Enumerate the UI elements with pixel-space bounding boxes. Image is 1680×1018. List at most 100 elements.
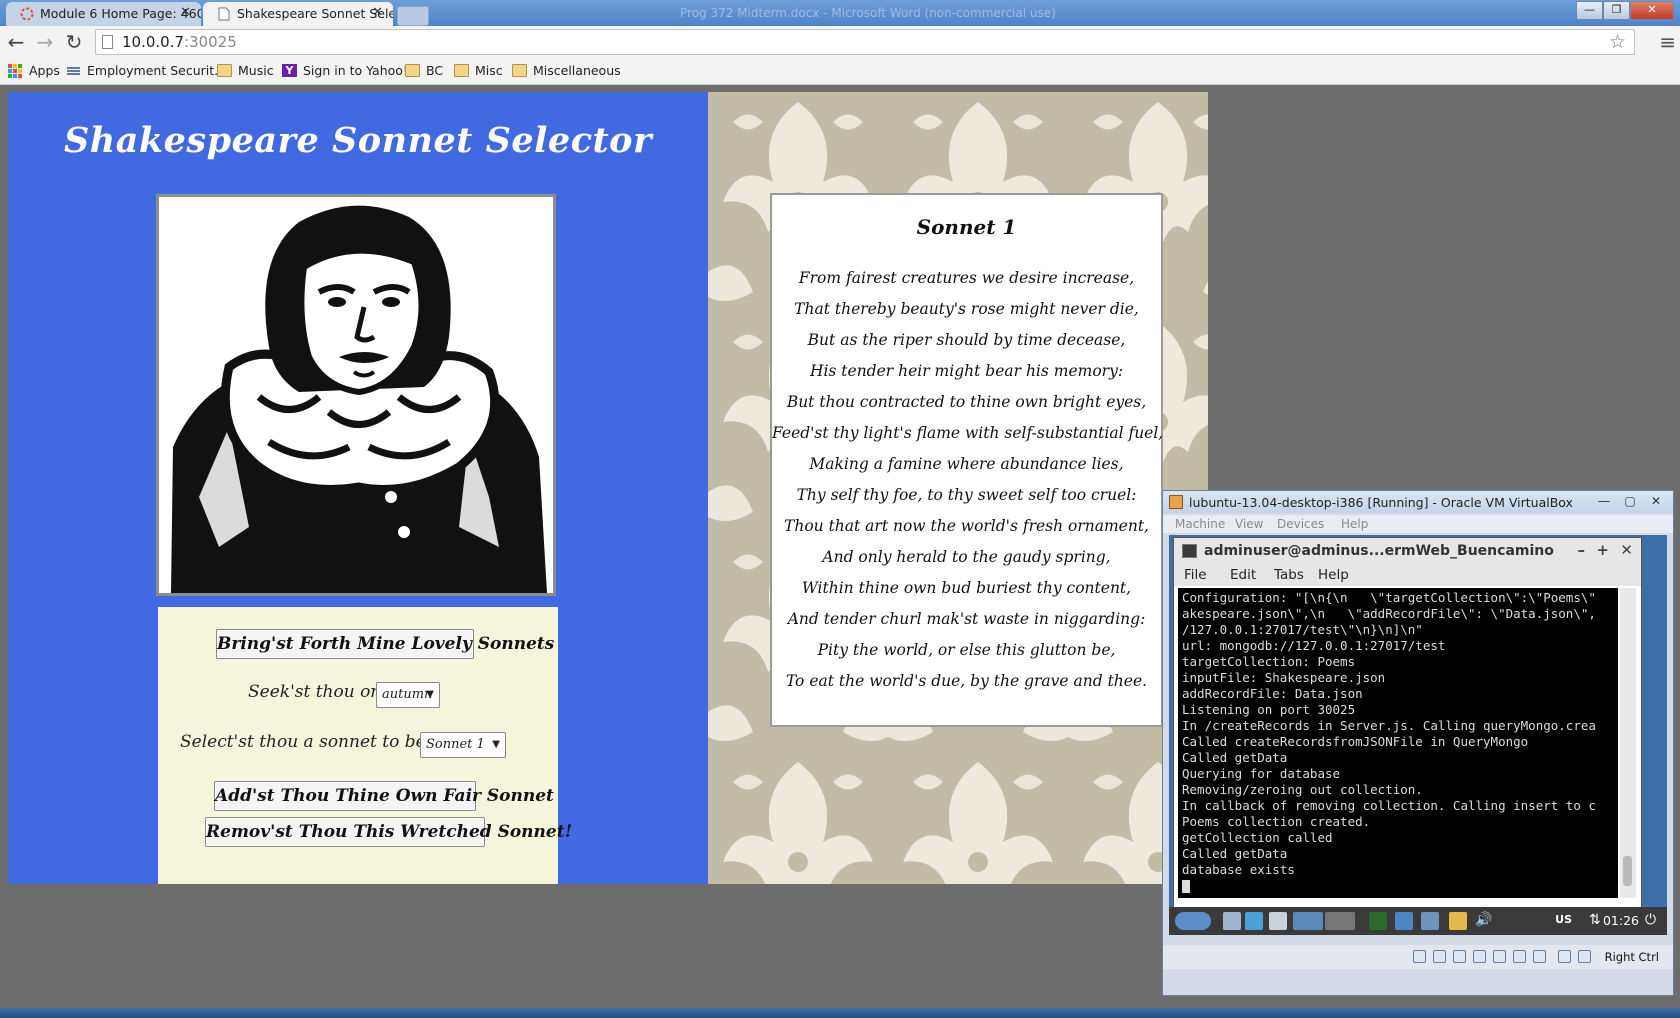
address-bar[interactable]: 10.0.0.7:30025 ☆ bbox=[95, 29, 1635, 55]
minimize-button[interactable]: — bbox=[1593, 494, 1615, 509]
browser-toolbar: ← → ↻ 10.0.0.7:30025 ☆ ≡ bbox=[0, 26, 1680, 60]
dropdown-arrow-icon: ▼ bbox=[426, 689, 434, 700]
bookmark-employment[interactable]: Employment Securit... bbox=[66, 63, 226, 78]
page-icon bbox=[102, 35, 113, 49]
sonnet-line: But thou contracted to thine own bright … bbox=[786, 393, 1147, 411]
power-icon[interactable]: ⏻ bbox=[1645, 912, 1663, 930]
menu-machine[interactable]: Machine bbox=[1175, 517, 1225, 531]
lubuntu-panel: 🔊 US ⇅ 01:26 ⏻ bbox=[1169, 907, 1667, 935]
optical-drive-icon[interactable] bbox=[1433, 950, 1446, 963]
start-menu-icon[interactable] bbox=[1175, 912, 1211, 930]
keyboard-capture-icon[interactable] bbox=[1578, 950, 1591, 963]
network-adapter-icon[interactable] bbox=[1473, 950, 1486, 963]
workspace-1-icon[interactable] bbox=[1293, 912, 1323, 930]
minimize-button[interactable]: – bbox=[1578, 541, 1586, 559]
virtualbox-statusbar: Right Ctrl bbox=[1163, 945, 1673, 969]
bookmark-music[interactable]: Music bbox=[217, 63, 274, 78]
terminal-line: Called createRecordsfromJSONFile in Quer… bbox=[1182, 734, 1529, 749]
maximize-button[interactable]: + bbox=[1596, 541, 1609, 559]
back-arrow-icon[interactable]: ← bbox=[4, 30, 28, 54]
terminal-line: Configuration: "[\n{\n \"targetCollectio… bbox=[1182, 590, 1596, 605]
terminal-cursor-line bbox=[1182, 878, 1618, 894]
terminal-output[interactable]: Configuration: "[\n{\n \"targetCollectio… bbox=[1178, 588, 1618, 898]
volume-icon[interactable]: 🔊 bbox=[1475, 912, 1493, 930]
bookmark-yahoo[interactable]: Y Sign in to Yahoo! bbox=[282, 63, 408, 78]
file-manager-icon[interactable] bbox=[1223, 912, 1241, 930]
terminal-title: adminuser@adminus...ermWeb_Buencamino bbox=[1204, 543, 1554, 559]
close-window-button[interactable]: ✕ bbox=[1645, 494, 1667, 509]
browser-tab-strip: Module 6 Home Page: 460 ✕ Shakespeare So… bbox=[0, 0, 1680, 26]
bookmark-misc[interactable]: Misc bbox=[454, 63, 503, 78]
menu-tabs[interactable]: Tabs bbox=[1274, 567, 1304, 583]
folder-task-icon[interactable] bbox=[1421, 912, 1439, 930]
browser-icon[interactable] bbox=[1245, 912, 1263, 930]
host-key-label: Right Ctrl bbox=[1604, 950, 1659, 964]
restore-button[interactable]: ❐ bbox=[1603, 1, 1630, 20]
menu-help[interactable]: Help bbox=[1318, 567, 1349, 583]
seek-select[interactable]: autumn ▼ bbox=[376, 682, 440, 708]
bookmark-bc[interactable]: BC bbox=[405, 63, 443, 78]
video-capture-icon[interactable] bbox=[1533, 950, 1546, 963]
terminal-cursor bbox=[1182, 880, 1190, 893]
web-page: Shakespeare Sonnet Selector Bring'st For… bbox=[8, 92, 1208, 884]
forward-arrow-icon[interactable]: → bbox=[33, 30, 57, 54]
keyboard-layout-indicator[interactable]: US bbox=[1555, 913, 1572, 926]
close-tab-icon[interactable]: ✕ bbox=[180, 5, 191, 20]
close-window-button[interactable]: ✕ bbox=[1630, 1, 1674, 20]
maximize-button[interactable]: ▢ bbox=[1619, 494, 1641, 509]
mouse-integration-icon[interactable] bbox=[1558, 950, 1571, 963]
desktop-icon[interactable] bbox=[1269, 912, 1287, 930]
reload-icon[interactable]: ↻ bbox=[62, 30, 86, 54]
tab-title: Module 6 Home Page: 460 bbox=[40, 6, 201, 21]
hard-disk-icon[interactable] bbox=[1413, 950, 1426, 963]
add-sonnet-button[interactable]: Add'st Thou Thine Own Fair Sonnet bbox=[214, 781, 554, 811]
sonnet-line: But as the riper should by time decease, bbox=[807, 331, 1126, 349]
selector-panel: Shakespeare Sonnet Selector Bring'st For… bbox=[8, 92, 708, 884]
menu-help[interactable]: Help bbox=[1341, 517, 1368, 531]
close-tab-icon[interactable]: ✕ bbox=[372, 5, 383, 20]
shared-folders-icon[interactable] bbox=[1493, 950, 1506, 963]
menu-devices[interactable]: Devices bbox=[1277, 517, 1324, 531]
terminal-menubar: File Edit Tabs Help bbox=[1174, 564, 1641, 586]
window-title: Prog 372 Midterm.docx - Microsoft Word (… bbox=[680, 6, 1056, 20]
sonnet-line: Within thine own bud buriest thy content… bbox=[801, 579, 1132, 597]
yahoo-icon: Y bbox=[282, 64, 297, 77]
display-icon[interactable] bbox=[1513, 950, 1526, 963]
terminal-line: Poems collection created. bbox=[1182, 814, 1371, 829]
usb-icon[interactable] bbox=[1453, 950, 1466, 963]
tab-module6[interactable]: Module 6 Home Page: 460 ✕ bbox=[6, 2, 201, 26]
loading-spinner-icon bbox=[20, 7, 34, 21]
terminal-titlebar[interactable]: adminuser@adminus...ermWeb_Buencamino – … bbox=[1174, 538, 1641, 564]
scrollbar-thumb[interactable] bbox=[1623, 856, 1632, 886]
terminal-line: In /createRecords in Server.js. Calling … bbox=[1182, 718, 1596, 733]
bring-forth-sonnets-button[interactable]: Bring'st Forth Mine Lovely Sonnets bbox=[216, 629, 554, 659]
dropdown-arrow-icon: ▼ bbox=[492, 739, 500, 750]
bookmark-apps[interactable]: Apps bbox=[8, 63, 60, 78]
close-window-button[interactable]: ✕ bbox=[1620, 541, 1633, 559]
virtualbox-titlebar[interactable]: lubuntu-13.04-desktop-i386 [Running] - O… bbox=[1163, 491, 1673, 513]
notification-icon[interactable] bbox=[1449, 912, 1467, 930]
sonnet-select[interactable]: Sonnet 1 ▼ bbox=[420, 732, 506, 758]
workspace-2-icon[interactable] bbox=[1325, 912, 1355, 930]
terminal-task-icon[interactable] bbox=[1369, 912, 1387, 930]
bookmark-miscellaneous[interactable]: Miscellaneous bbox=[512, 63, 621, 78]
terminal-scrollbar[interactable] bbox=[1620, 588, 1636, 898]
page-title: Shakespeare Sonnet Selector bbox=[64, 120, 652, 161]
menu-edit[interactable]: Edit bbox=[1230, 567, 1256, 583]
menu-view[interactable]: View bbox=[1235, 517, 1263, 531]
new-tab-button[interactable] bbox=[397, 6, 429, 26]
browser-menu-icon[interactable]: ≡ bbox=[1659, 30, 1676, 54]
network-icon[interactable] bbox=[1395, 912, 1413, 930]
virtualbox-icon bbox=[1169, 495, 1183, 509]
folder-icon bbox=[454, 64, 469, 77]
terminal-line: database exists bbox=[1182, 862, 1295, 877]
bookmark-star-icon[interactable]: ☆ bbox=[1609, 31, 1626, 53]
remove-sonnet-button[interactable]: Remov'st Thou This Wretched Sonnet! bbox=[205, 817, 572, 847]
menu-file[interactable]: File bbox=[1184, 567, 1207, 583]
folder-icon bbox=[217, 64, 232, 77]
minimize-button[interactable]: — bbox=[1576, 1, 1603, 20]
terminal-line: akespeare.json\",\n \"addRecordFile\": \… bbox=[1182, 606, 1596, 621]
sonnet-line: Thou that art now the world's fresh orna… bbox=[784, 517, 1149, 535]
tab-sonnet-selector[interactable]: Shakespeare Sonnet Select ✕ bbox=[203, 2, 393, 26]
bookmarks-bar: Apps Employment Securit... Music Y Sign … bbox=[0, 60, 1680, 85]
